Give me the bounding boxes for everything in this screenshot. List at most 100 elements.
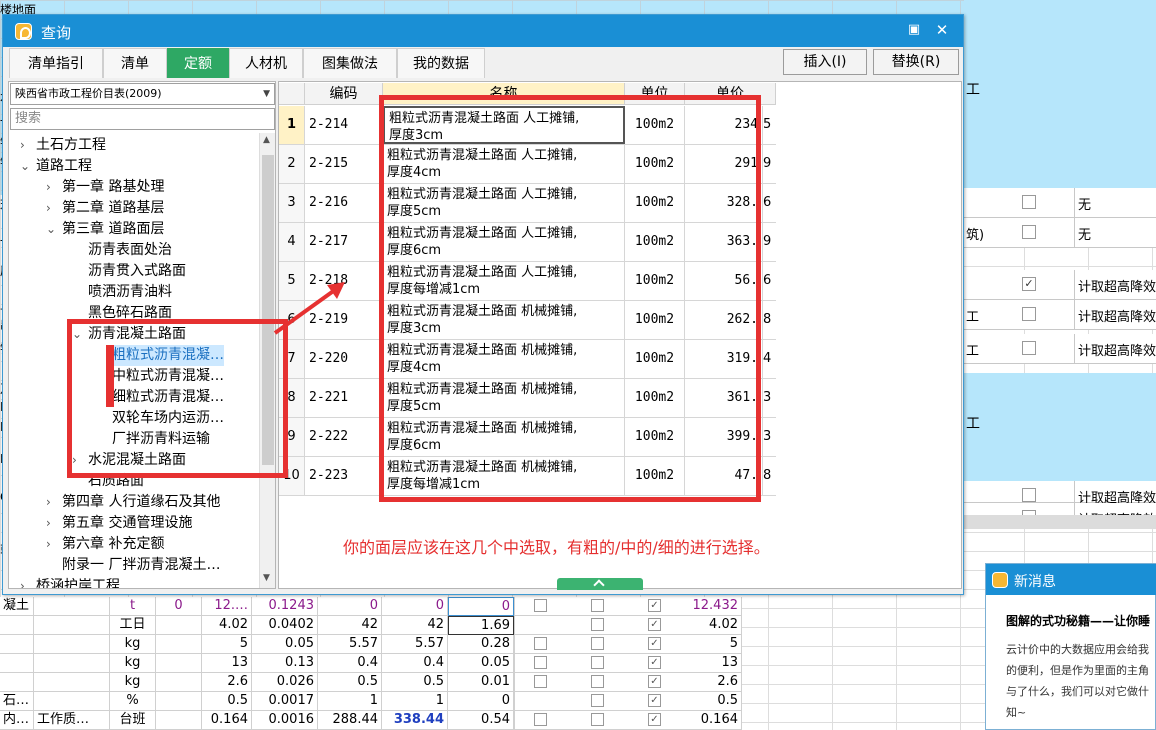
divider <box>1074 270 1075 299</box>
annotation-box-rows <box>379 95 761 502</box>
table-cell: 0.05 <box>252 635 318 654</box>
tab-quota[interactable]: 定额 <box>167 48 229 78</box>
row-index: 1 <box>279 106 305 144</box>
table-cell <box>156 711 202 730</box>
news-body: 云计价中的大数据应用会给我 的便利，但是作为里面的主角 与了什么，我们可以对它做… <box>1006 639 1156 723</box>
chevron-right-icon[interactable]: › <box>20 135 32 156</box>
table-cell: 0 <box>382 597 448 616</box>
news-popup: 新消息 图解的式功秘籍——让你睡 云计价中的大数据应用会给我 的便利，但是作为里… <box>985 563 1156 730</box>
close-icon[interactable]: ✕ <box>933 21 951 39</box>
maximize-icon[interactable]: ▣ <box>905 21 923 39</box>
table-cell: 0.4 <box>382 654 448 673</box>
quota-price-overflow: 3 <box>763 429 772 444</box>
table-cell: % <box>110 692 156 711</box>
table-cell <box>34 673 110 692</box>
table-cell <box>156 654 202 673</box>
tab-labor-material-machine[interactable]: 人材机 <box>229 48 303 78</box>
table-cell: 338.44 <box>382 711 448 730</box>
search-input[interactable]: 搜索 <box>10 108 275 130</box>
table-header-code[interactable]: 编码 <box>305 83 383 105</box>
table-cell: 1.69 <box>448 616 514 635</box>
tab-atlas-method[interactable]: 图集做法 <box>303 48 397 78</box>
replace-button[interactable]: 替换(R) <box>873 49 959 75</box>
checkbox[interactable] <box>1022 307 1036 321</box>
panel-collapse-handle[interactable] <box>557 578 643 590</box>
table-cell: 0.1243 <box>252 597 318 616</box>
library-select-value: 陕西省市政工程价目表(2009) <box>15 87 162 100</box>
tab-bill[interactable]: 清单 <box>103 48 167 78</box>
table-cell: 5 <box>202 635 252 654</box>
table-cell <box>156 673 202 692</box>
table-cell: 5.57 <box>382 635 448 654</box>
chevron-down-icon[interactable]: ⌄ <box>46 219 58 240</box>
background-row: 筑) 无 <box>964 218 1156 248</box>
table-cell: 5.57 <box>318 635 382 654</box>
chevron-right-icon[interactable]: › <box>46 198 58 219</box>
news-popup-header[interactable]: 新消息 <box>986 564 1156 595</box>
scroll-up-icon[interactable]: ▲ <box>263 135 270 145</box>
scroll-down-icon[interactable]: ▼ <box>263 573 270 583</box>
table-cell: 0.0402 <box>252 616 318 635</box>
quota-price-overflow: 5 <box>763 117 772 132</box>
checkbox[interactable] <box>1022 488 1036 502</box>
background-row: ✓ 计取超高降效 <box>964 270 1156 300</box>
table-cell: 工日 <box>110 616 156 635</box>
tree-node-label: 沥青表面处治 <box>88 242 172 258</box>
news-headline[interactable]: 图解的式功秘籍——让你睡 <box>1006 612 1150 629</box>
table-cell: 12.… <box>202 597 252 616</box>
insert-button[interactable]: 插入(I) <box>783 49 867 75</box>
chevron-right-icon[interactable]: › <box>46 513 58 534</box>
background-scrollbar-strip[interactable] <box>964 515 1156 529</box>
table-cell: 凝土 <box>0 597 34 616</box>
checkbox[interactable] <box>1022 341 1036 355</box>
table-cell <box>0 616 34 635</box>
background-right-mid: 工 <box>964 373 1156 481</box>
tree-node-label: 第一章 路基处理 <box>62 179 165 195</box>
tree-node-label: 喷洒沥青油料 <box>88 284 172 300</box>
checkbox[interactable] <box>1022 195 1036 209</box>
dialog-titlebar[interactable]: 查询 ▣ ✕ <box>3 15 963 47</box>
chevron-down-icon[interactable]: ⌄ <box>20 156 32 177</box>
quota-code: 2-222 <box>305 418 383 456</box>
table-cell: 0.164 <box>202 711 252 730</box>
checkbox[interactable] <box>1022 225 1036 239</box>
row-index: 3 <box>279 184 305 222</box>
tab-my-data[interactable]: 我的数据 <box>397 48 485 78</box>
chevron-right-icon[interactable]: › <box>20 576 32 588</box>
table-cell <box>156 635 202 654</box>
table-cell: 288.44 <box>318 711 382 730</box>
table-cell: kg <box>110 635 156 654</box>
dialog-title: 查询 <box>41 24 72 42</box>
tree-node-label: 第六章 补充定额 <box>62 536 165 552</box>
annotation-arrow <box>273 282 345 335</box>
table-cell: 石… <box>0 692 34 711</box>
divider <box>1074 334 1075 363</box>
table-cell: 0.5 <box>318 673 382 692</box>
table-cell: 0.01 <box>448 673 514 692</box>
tree-node-label: 第三章 道路面层 <box>62 221 165 237</box>
table-cell: kg <box>110 673 156 692</box>
quota-code: 2-215 <box>305 145 383 183</box>
table-cell: 0.164 <box>684 711 742 730</box>
table-cell: 0.13 <box>252 654 318 673</box>
chevron-right-icon[interactable]: › <box>46 492 58 513</box>
quota-price-overflow: 8 <box>763 468 772 483</box>
table-cell: 2.6 <box>202 673 252 692</box>
background-row-text: 无 <box>1078 228 1092 243</box>
table-cell <box>156 616 202 635</box>
library-select[interactable]: 陕西省市政工程价目表(2009) ▼ <box>10 83 275 105</box>
checkbox[interactable]: ✓ <box>1022 277 1036 291</box>
quota-price-overflow: 6 <box>763 195 772 210</box>
table-cell <box>34 654 110 673</box>
tree-node-label: 附录一 厂拌沥青混凝土… <box>62 557 221 573</box>
tab-bill-guide[interactable]: 清单指引 <box>9 48 103 78</box>
checkbox-columns <box>514 597 684 730</box>
news-line: 与了什么，我们可以对它做什 <box>1006 685 1149 698</box>
background-right-header: 工 <box>964 0 1156 195</box>
chevron-right-icon[interactable]: › <box>46 177 58 198</box>
table-cell <box>0 635 34 654</box>
quota-code: 2-217 <box>305 223 383 261</box>
background-row: 工 计取超高降效 <box>964 334 1156 364</box>
chevron-right-icon[interactable]: › <box>46 534 58 555</box>
divider <box>1074 188 1075 217</box>
